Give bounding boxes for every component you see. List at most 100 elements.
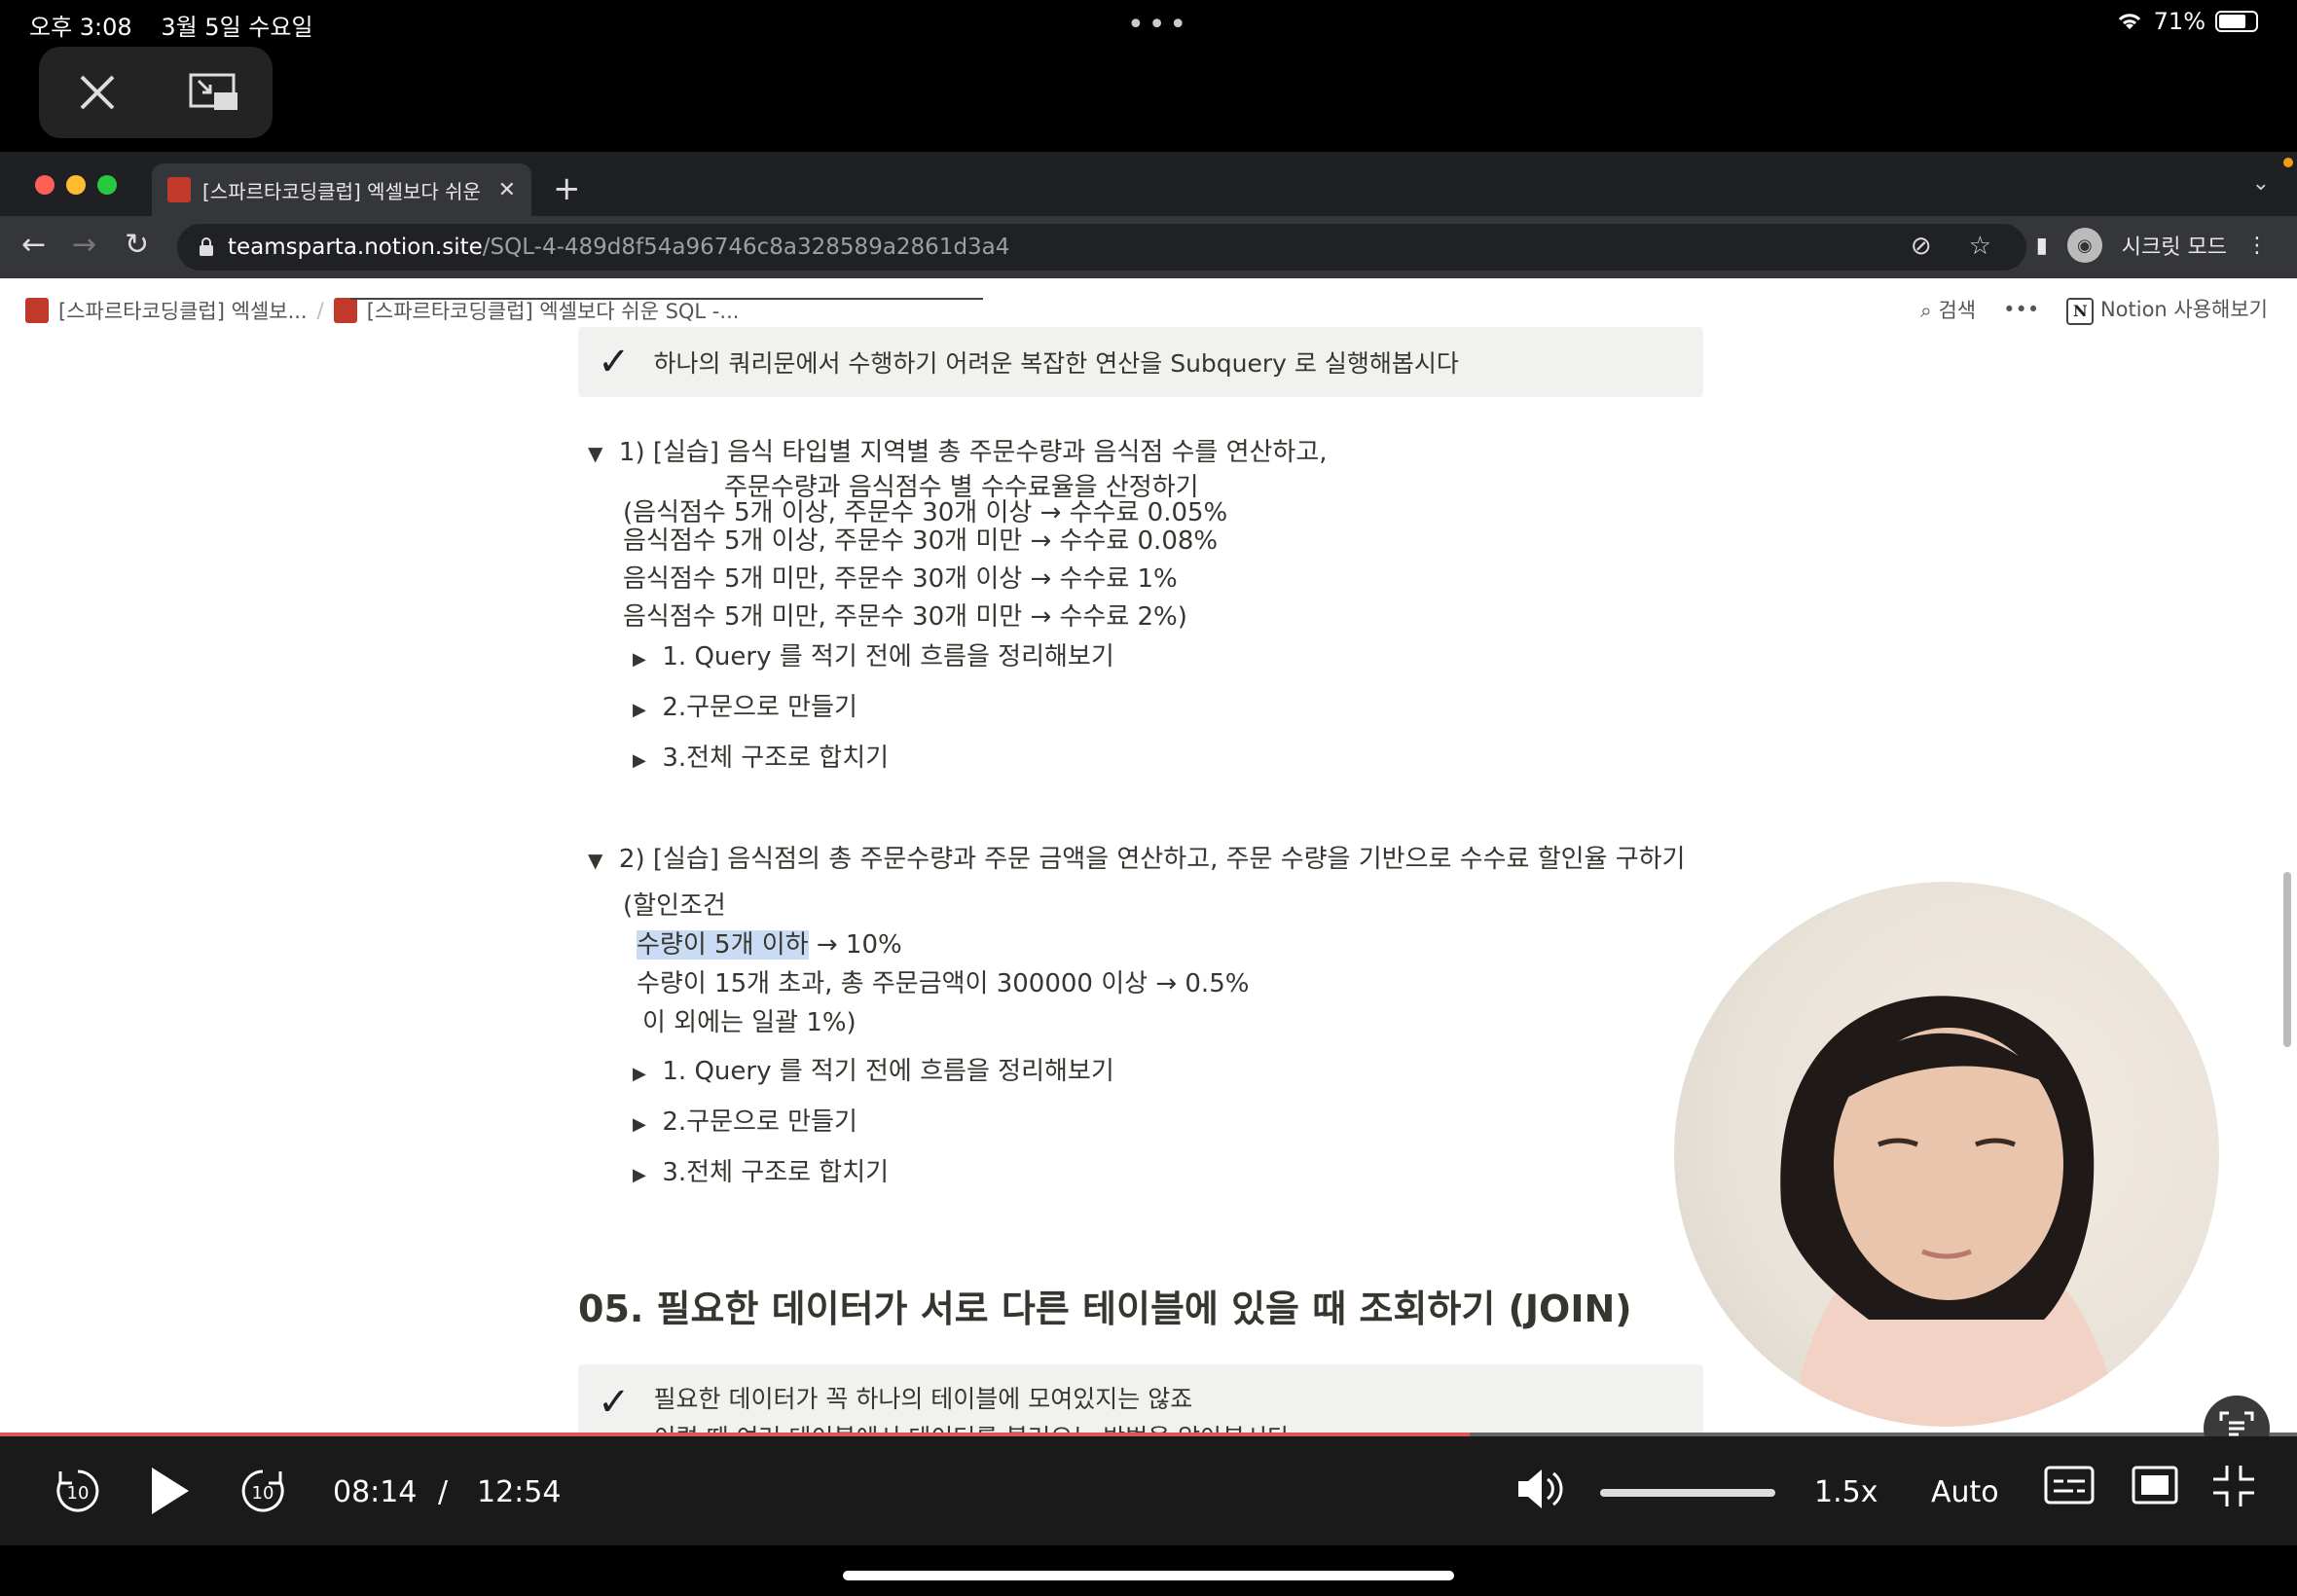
battery-icon — [2215, 11, 2258, 32]
search-icon: ⌕ — [1919, 298, 1932, 322]
window-zoom-dot[interactable] — [97, 175, 117, 195]
pip-controls — [39, 47, 273, 138]
pip-restore-icon — [189, 73, 237, 110]
scrollbar-thumb[interactable] — [2283, 872, 2291, 1047]
subtoggle-2a[interactable]: ▶ 1. Query 를 적기 전에 흐름을 정리해보기 — [633, 1051, 1114, 1087]
browser-menu-icon[interactable]: ⋮ — [2246, 234, 2268, 258]
play-button[interactable] — [146, 1464, 193, 1522]
toggle-closed-icon: ▶ — [633, 1064, 646, 1084]
profile-label[interactable]: 시크릿 모드 — [2122, 230, 2227, 261]
svg-text:10: 10 — [252, 1483, 274, 1504]
toggle-1-title: 1) [실습] 음식 타입별 지역별 총 주문수량과 음식점 수를 연산하고, — [618, 438, 1328, 467]
subtoggle-1a[interactable]: ▶ 1. Query 를 적기 전에 흐름을 정리해보기 — [633, 636, 1114, 672]
toggle-1[interactable]: ▼ 1) [실습] 음식 타입별 지역별 총 주문수량과 음식점 수를 연산하고… — [588, 432, 1328, 468]
multitask-dots-icon[interactable]: ••• — [1127, 8, 1190, 42]
pip-resize-button[interactable] — [156, 47, 273, 138]
toggle-closed-icon: ▶ — [633, 1165, 646, 1185]
subtoggle-label: 2.구문으로 만들기 — [662, 693, 857, 722]
toggle-closed-icon: ▶ — [633, 750, 646, 771]
tab-close-icon[interactable]: ✕ — [498, 178, 516, 202]
video-frame[interactable]: [스파르타코딩클럽] 엑셀보다 쉬운 SQL ✕ + ⌄ ← → ↻ teams… — [0, 152, 2297, 1436]
eye-off-icon[interactable]: ⊘ — [1911, 232, 1932, 261]
checkmark-icon: ✓ — [598, 340, 631, 384]
toggle-2[interactable]: ▼ 2) [실습] 음식점의 총 주문수량과 주문 금액을 연산하고, 주문 수… — [588, 839, 1685, 875]
volume-slider[interactable] — [1600, 1489, 1775, 1497]
play-icon — [152, 1468, 189, 1514]
toggle-closed-icon: ▶ — [633, 700, 646, 720]
breadcrumb-separator: / — [316, 299, 324, 322]
callout-bottom: ✓ 필요한 데이터가 꼭 하나의 테이블에 모여있지는 않죠 이럴 때 여러 테… — [578, 1364, 1703, 1436]
notion-page-icon — [333, 298, 357, 323]
tab-title: [스파르타코딩클럽] 엑셀보다 쉬운 SQL — [202, 179, 487, 203]
toggle-closed-icon: ▶ — [633, 1114, 646, 1135]
breadcrumb-item-2[interactable]: [스파르타코딩클럽] 엑셀보다 쉬운 SQL -... — [367, 296, 740, 325]
browser-tab[interactable]: [스파르타코딩클럽] 엑셀보다 쉬운 SQL ✕ — [152, 163, 531, 216]
status-time: 오후 3:08 — [29, 14, 132, 41]
window-minimize-dot[interactable] — [66, 175, 86, 195]
callout-top: ✓ 하나의 쿼리문에서 수행하기 어려운 복잡한 연산을 Subquery 로 … — [578, 327, 1703, 397]
reload-icon[interactable]: ↻ — [125, 228, 149, 262]
incognito-icon[interactable]: ◉ — [2066, 228, 2102, 263]
condition-2-line-2: 수량이 15개 초과, 총 주문금액이 300000 이상 → 0.5% — [637, 969, 1250, 998]
browser-toolbar: ← → ↻ teamsparta.notion.site/SQL-4-489d8… — [0, 216, 2297, 278]
battery-percent: 71% — [2153, 8, 2206, 35]
new-tab-button[interactable]: + — [553, 169, 581, 208]
notion-page-icon — [167, 177, 191, 202]
tab-search-chevron-icon[interactable]: ⌄ — [2252, 171, 2270, 196]
toggle-closed-icon: ▶ — [633, 649, 646, 670]
skip-back-button[interactable]: 10 — [51, 1464, 105, 1522]
notion-logo-icon: N — [2066, 297, 2095, 325]
toggle-open-icon: ▼ — [588, 442, 603, 465]
subtoggle-1c[interactable]: ▶ 3.전체 구조로 합치기 — [633, 738, 889, 774]
pip-icon — [2132, 1466, 2178, 1505]
callout-bottom-line-1: 필요한 데이터가 꼭 하나의 테이블에 모여있지는 않죠 — [653, 1385, 1193, 1413]
volume-button[interactable] — [1514, 1464, 1565, 1518]
forward-icon[interactable]: → — [72, 228, 96, 262]
status-bar: 오후 3:08 3월 5일 수요일 ••• 71% — [0, 0, 2297, 45]
side-panel-icon[interactable]: ▮ — [2036, 234, 2048, 258]
url-path: /SQL-4-489d8f54a96746c8a328589a2861d3a4 — [482, 235, 1010, 260]
url-host: teamsparta.notion.site — [228, 235, 483, 260]
exit-fullscreen-icon — [2213, 1466, 2254, 1506]
volume-icon — [1518, 1469, 1563, 1508]
try-notion-label: Notion 사용해보기 — [2099, 298, 2268, 321]
text-selection: 수량이 5개 이하 — [637, 930, 809, 960]
speed-button[interactable]: 1.5x — [1814, 1475, 1878, 1509]
try-notion-button[interactable]: N Notion 사용해보기 — [2066, 294, 2268, 325]
svg-text:10: 10 — [67, 1483, 90, 1504]
captions-button[interactable] — [2044, 1464, 2095, 1510]
captions-icon — [2044, 1466, 2095, 1505]
quality-button[interactable]: Auto — [1931, 1475, 1999, 1509]
address-bar[interactable]: teamsparta.notion.site/SQL-4-489d8f54a96… — [177, 224, 2026, 271]
subtoggle-2b[interactable]: ▶ 2.구문으로 만들기 — [633, 1102, 857, 1138]
subtoggle-label: 1. Query 를 적기 전에 흐름을 정리해보기 — [662, 1057, 1114, 1086]
subtoggle-2c[interactable]: ▶ 3.전체 구조로 합치기 — [633, 1152, 889, 1188]
current-time: 08:14 — [333, 1475, 418, 1509]
back-icon[interactable]: ← — [21, 228, 46, 262]
home-indicator[interactable] — [843, 1571, 1454, 1580]
condition-2-line-1-rest: → 10% — [808, 930, 902, 960]
subtoggle-1b[interactable]: ▶ 2.구문으로 만들기 — [633, 687, 857, 723]
condition-2-head: (할인조건 — [623, 891, 726, 921]
annotation-strike — [350, 298, 983, 300]
status-date: 3월 5일 수요일 — [161, 14, 313, 41]
close-button[interactable] — [39, 47, 156, 138]
exit-fullscreen-button[interactable] — [2211, 1464, 2256, 1512]
star-icon[interactable]: ☆ — [1969, 232, 1991, 261]
presenter-webcam — [1674, 882, 2219, 1427]
window-close-dot[interactable] — [35, 175, 55, 195]
skip-forward-button[interactable]: 10 — [236, 1464, 290, 1522]
notion-page-icon — [25, 298, 49, 323]
toggle-open-icon: ▼ — [588, 849, 603, 872]
subtoggle-label: 3.전체 구조로 합치기 — [662, 1158, 890, 1187]
duration: 12:54 — [477, 1475, 562, 1509]
condition-2-line-1: 수량이 5개 이하 → 10% — [637, 925, 902, 961]
breadcrumb: [스파르타코딩클럽] 엑셀보... / [스파르타코딩클럽] 엑셀보다 쉬운 S… — [25, 296, 739, 325]
subtoggle-label: 1. Query 를 적기 전에 흐름을 정리해보기 — [662, 642, 1114, 671]
pip-button[interactable] — [2132, 1464, 2178, 1510]
more-menu-icon[interactable]: ••• — [2003, 298, 2039, 321]
search-button[interactable]: ⌕ 검색 — [1920, 295, 1976, 324]
recording-dot — [2283, 158, 2293, 167]
toggle-2-title: 2) [실습] 음식점의 총 주문수량과 주문 금액을 연산하고, 주문 수량을… — [618, 845, 1686, 874]
breadcrumb-item-1[interactable]: [스파르타코딩클럽] 엑셀보... — [58, 296, 308, 325]
